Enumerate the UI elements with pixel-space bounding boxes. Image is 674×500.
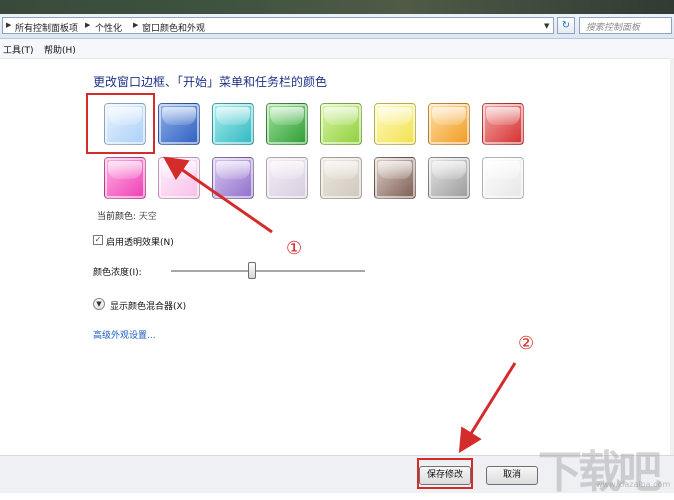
watermark-url: www.xiazaiba.com	[596, 480, 671, 489]
arrow-to-swatch	[163, 156, 273, 234]
watermark-logo: 下载吧	[538, 447, 662, 498]
arrow-to-save	[458, 362, 517, 454]
annotation-marker-2: ②	[518, 333, 535, 354]
annotation-marker-1: ①	[286, 238, 303, 259]
annotation-arrows	[163, 156, 517, 454]
